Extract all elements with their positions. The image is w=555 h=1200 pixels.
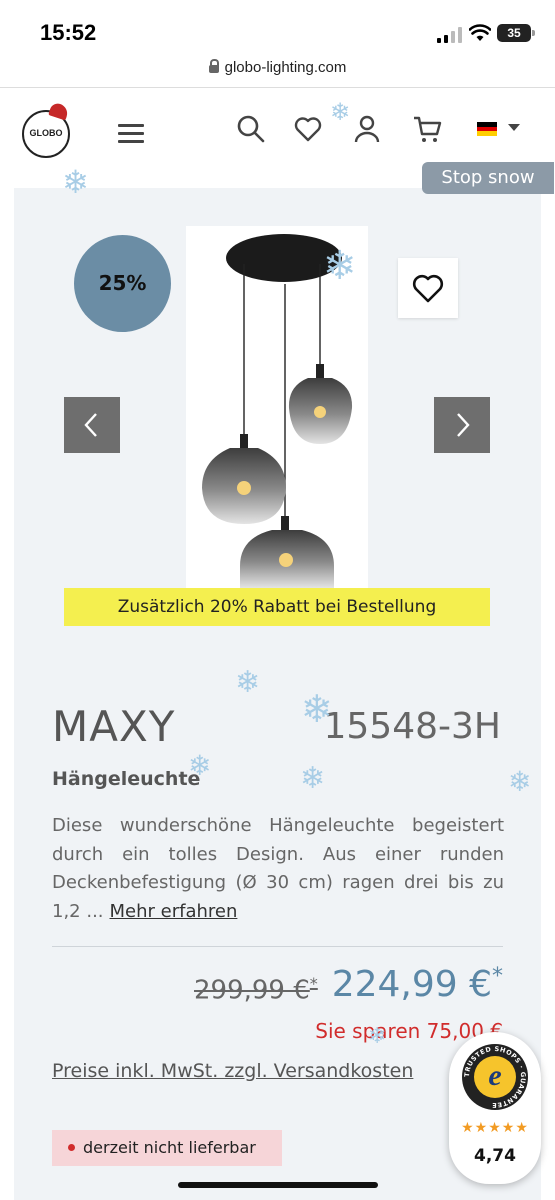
snowflake-icon: ❄ [188,749,212,782]
status-bar: 15:52 35 [0,0,555,60]
product-description: Diese wunderschöne Hängeleuchte begeiste… [52,812,504,926]
old-price-value: 299,99 € [194,975,310,1006]
snowflake-icon: ❄ [300,761,326,796]
battery-indicator: 35 [497,24,535,42]
carousel-next-button[interactable] [434,397,490,453]
stop-snow-button[interactable]: Stop snow [422,162,554,194]
product-name: MAXY [52,702,176,751]
lock-icon [208,59,219,73]
heart-icon [412,274,444,303]
old-price: 299,99 €* [194,974,318,1006]
user-icon[interactable] [352,114,382,144]
availability-badge: derzeit nicht lieferbar [52,1130,282,1166]
status-dot-icon [68,1144,75,1151]
search-icon[interactable] [236,114,266,144]
cellular-signal-icon [437,27,462,43]
more-info-link[interactable]: Mehr erfahren [110,901,238,922]
chevron-right-icon [457,413,470,437]
logo-text: GLOBO [29,128,63,138]
home-indicator [178,1182,378,1188]
rating-value: 4,74 [474,1146,516,1166]
flag-stripe-gold [477,131,497,136]
chevron-left-icon [84,413,97,437]
carousel-prev-button[interactable] [64,397,120,453]
trusted-shops-seal-icon: TRUSTED SHOPS · GUARANTEE e [462,1044,528,1110]
url-bar[interactable]: globo-lighting.com [0,52,555,86]
heart-icon[interactable] [293,114,323,144]
snowflake-icon: ❄ [368,1024,387,1049]
santa-hat-icon [48,101,70,121]
current-price: 224,99 €* [332,964,503,1005]
snowflake-icon: ❄ [508,765,532,798]
vat-shipping-link[interactable]: Preise inkl. MwSt. zzgl. Versandkosten [52,1060,413,1082]
availability-text: derzeit nicht lieferbar [83,1138,256,1157]
url-text: globo-lighting.com [224,59,347,76]
menu-icon[interactable] [118,124,144,144]
snowflake-icon: ❄ [323,243,357,289]
snowflake-icon: ❄ [330,98,351,126]
product-type: Hängeleuchte [52,768,201,790]
price-divider [52,946,503,947]
germany-flag-icon[interactable] [477,122,497,136]
chevron-down-icon[interactable] [508,124,520,131]
product-sku: 15548-3H [323,706,502,747]
wifi-icon [469,24,491,41]
trusted-shops-badge[interactable]: TRUSTED SHOPS · GUARANTEE e ★★★★★ 4,74 [449,1032,541,1184]
current-price-mark: * [492,964,503,989]
globo-logo[interactable]: GLOBO [22,101,70,158]
discount-badge: 25% [74,235,171,332]
snowflake-icon: ❄ [62,163,89,201]
cart-icon[interactable] [412,114,442,144]
snowflake-icon: ❄ [301,687,333,731]
old-price-mark: * [309,974,318,993]
status-time: 15:52 [40,20,97,45]
url-bar-divider [0,87,555,88]
current-price-value: 224,99 € [331,964,492,1005]
seal-letter: e [474,1056,516,1098]
wishlist-button[interactable] [398,258,458,318]
rating-stars: ★★★★★ [461,1120,529,1136]
snowflake-icon: ❄ [235,665,261,700]
promo-banner: Zusätzlich 20% Rabatt bei Bestellung [64,588,490,626]
